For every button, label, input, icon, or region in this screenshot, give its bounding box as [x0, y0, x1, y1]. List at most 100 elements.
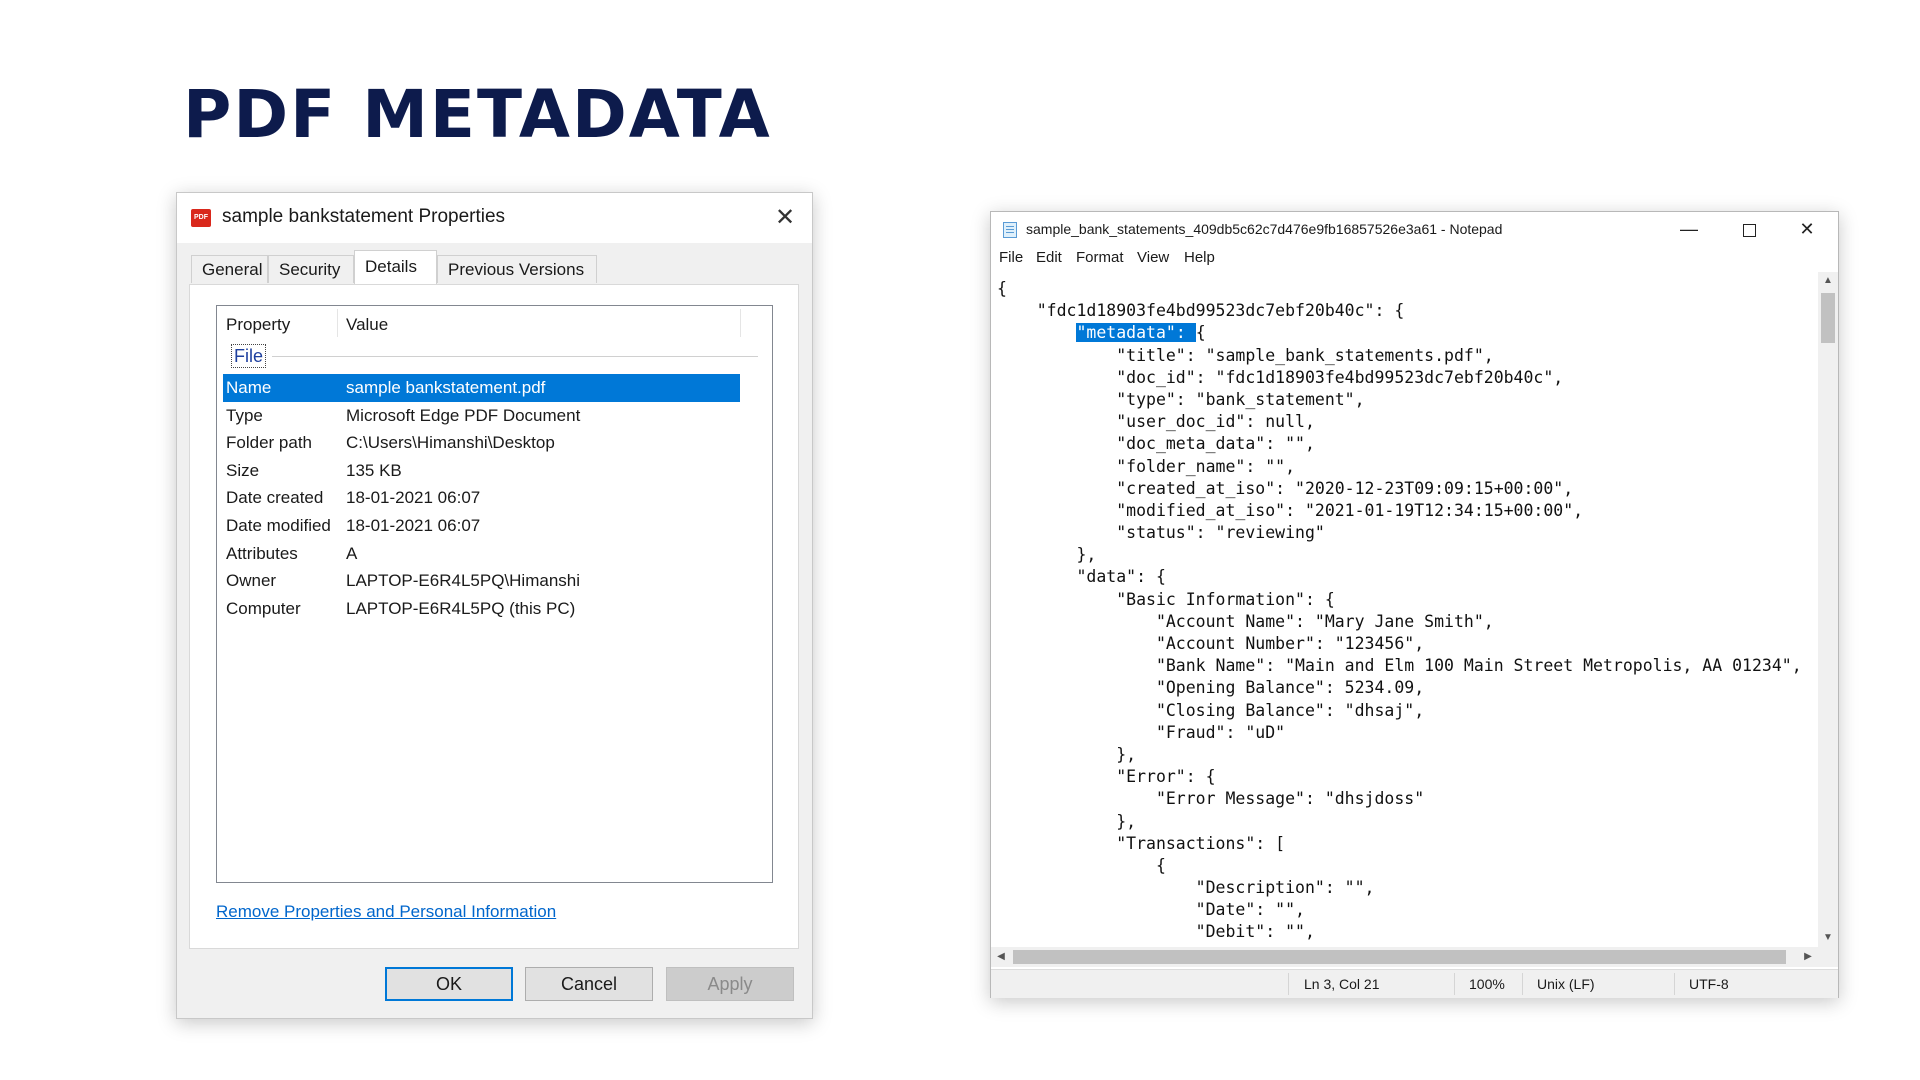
- ok-button[interactable]: OK: [385, 967, 513, 1001]
- vertical-scroll-thumb[interactable]: [1821, 293, 1835, 343]
- tab-security[interactable]: Security: [268, 255, 354, 283]
- text-editor[interactable]: { "fdc1d18903fe4bd99523dc7ebf20b40c": { …: [991, 272, 1818, 947]
- code-line: "type": "bank_statement",: [997, 389, 1365, 409]
- code-line: "doc_id": "fdc1d18903fe4bd99523dc7ebf20b…: [997, 367, 1564, 387]
- dialog-title: sample bankstatement Properties: [222, 206, 506, 227]
- code-line: {: [997, 279, 1007, 298]
- tab-general[interactable]: General: [191, 255, 268, 283]
- close-icon[interactable]: ✕: [1778, 212, 1836, 246]
- property-value: LAPTOP-E6R4L5PQ\Himanshi: [346, 571, 581, 591]
- code-line: "Fraud": "uD": [997, 722, 1286, 742]
- vertical-scrollbar[interactable]: ▲ ▼: [1818, 272, 1838, 947]
- property-value: 135 KB: [346, 460, 402, 480]
- property-key: Attributes: [226, 543, 298, 563]
- encoding: UTF-8: [1689, 976, 1729, 992]
- table-row[interactable]: Size 135 KB: [223, 457, 740, 485]
- table-row[interactable]: Date created 18-01-2021 06:07: [223, 484, 740, 512]
- line-endings: Unix (LF): [1537, 976, 1595, 992]
- status-divider: [1454, 973, 1455, 995]
- cursor-position: Ln 3, Col 21: [1304, 976, 1380, 992]
- menu-bar: File Edit Format View Help: [991, 249, 1838, 271]
- scroll-up-icon[interactable]: ▲: [1818, 272, 1838, 290]
- property-key: Computer: [226, 598, 301, 618]
- status-divider: [1674, 973, 1675, 995]
- property-value: Microsoft Edge PDF Document: [346, 405, 581, 425]
- code-line: "Error Message": "dhsjdoss": [997, 789, 1425, 809]
- scroll-right-icon[interactable]: ▶: [1798, 947, 1818, 967]
- dialog-titlebar[interactable]: PDF sample bankstatement Properties ✕: [177, 193, 812, 243]
- table-row[interactable]: Attributes A: [223, 540, 740, 568]
- code-line: "doc_meta_data": "",: [997, 434, 1315, 454]
- code-line: "Account Name": "Mary Jane Smith",: [997, 611, 1494, 631]
- cancel-button[interactable]: Cancel: [525, 967, 653, 1001]
- table-row[interactable]: Name sample bankstatement.pdf: [223, 374, 740, 402]
- table-row[interactable]: Date modified 18-01-2021 06:07: [223, 512, 740, 540]
- property-key: Size: [226, 460, 260, 480]
- properties-list[interactable]: Property Value File Name sample bankstat…: [216, 305, 773, 883]
- notepad-icon: [1003, 222, 1017, 238]
- menu-help[interactable]: Help: [1184, 249, 1215, 266]
- code-line: "Bank Name": "Main and Elm 100 Main Stre…: [997, 656, 1802, 676]
- horizontal-scrollbar[interactable]: ◀ ▶: [991, 947, 1818, 967]
- code-line: "data": {: [997, 567, 1166, 587]
- table-row[interactable]: Computer LAPTOP-E6R4L5PQ (this PC): [223, 595, 740, 623]
- table-row[interactable]: Type Microsoft Edge PDF Document: [223, 402, 740, 430]
- group-divider: [272, 356, 758, 357]
- code-line: "Date": "",: [997, 900, 1305, 920]
- scroll-down-icon[interactable]: ▼: [1818, 929, 1838, 947]
- menu-edit[interactable]: Edit: [1036, 249, 1062, 266]
- column-divider[interactable]: [740, 309, 741, 337]
- code-line: "created_at_iso": "2020-12-23T09:09:15+0…: [997, 478, 1574, 498]
- code-line: "Error": {: [997, 767, 1216, 787]
- property-value: 18-01-2021 06:07: [346, 488, 481, 508]
- column-header-property[interactable]: Property: [226, 315, 290, 335]
- slide-title: PDF METADATA: [183, 76, 772, 153]
- table-row[interactable]: Folder path C:\Users\Himanshi\Desktop: [223, 429, 740, 457]
- property-key: Owner: [226, 571, 277, 591]
- details-panel: Property Value File Name sample bankstat…: [189, 284, 799, 949]
- property-key: Type: [226, 405, 263, 425]
- menu-view[interactable]: View: [1137, 249, 1169, 266]
- notepad-window: sample_bank_statements_409db5c62c7d476e9…: [990, 211, 1839, 998]
- property-key: Date modified: [226, 515, 331, 535]
- code-line: "Opening Balance": 5234.09,: [997, 678, 1425, 698]
- status-bar: Ln 3, Col 21 100% Unix (LF) UTF-8: [991, 969, 1838, 998]
- horizontal-scroll-thumb[interactable]: [1013, 950, 1786, 964]
- pdf-file-icon: PDF: [191, 209, 211, 227]
- remove-properties-link[interactable]: Remove Properties and Personal Informati…: [216, 902, 556, 922]
- notepad-title: sample_bank_statements_409db5c62c7d476e9…: [1026, 221, 1503, 237]
- code-line: "Debit": "",: [997, 922, 1315, 942]
- code-line: "Closing Balance": "dhsaj",: [997, 700, 1425, 720]
- tab-previous-versions[interactable]: Previous Versions: [437, 255, 597, 283]
- scroll-left-icon[interactable]: ◀: [991, 947, 1011, 967]
- zoom-level: 100%: [1469, 976, 1505, 992]
- code-line: {: [997, 855, 1166, 875]
- notepad-titlebar[interactable]: sample_bank_statements_409db5c62c7d476e9…: [991, 212, 1838, 246]
- close-icon[interactable]: ✕: [768, 201, 802, 235]
- column-header-value[interactable]: Value: [346, 315, 388, 335]
- code-line: "metadata": {: [1076, 323, 1206, 343]
- apply-button[interactable]: Apply: [666, 967, 794, 1001]
- menu-file[interactable]: File: [999, 249, 1023, 266]
- menu-format[interactable]: Format: [1076, 249, 1124, 266]
- group-header-file[interactable]: File: [217, 344, 772, 368]
- minimize-icon[interactable]: —: [1660, 212, 1718, 246]
- code-line: "Description": "",: [997, 878, 1375, 898]
- code-line: "fdc1d18903fe4bd99523dc7ebf20b40c": {: [997, 301, 1405, 321]
- code-line: },: [997, 744, 1137, 764]
- maximize-icon[interactable]: [1720, 212, 1778, 246]
- code-line: "folder_name": "",: [997, 456, 1296, 476]
- column-divider[interactable]: [337, 309, 338, 337]
- code-line: "Transactions": [: [997, 833, 1286, 853]
- table-row[interactable]: Owner LAPTOP-E6R4L5PQ\Himanshi: [223, 567, 740, 595]
- properties-dialog: PDF sample bankstatement Properties ✕ Ge…: [176, 192, 813, 1019]
- group-label: File: [231, 344, 267, 368]
- editor-content: { "fdc1d18903fe4bd99523dc7ebf20b40c": { …: [997, 278, 1802, 944]
- property-value: sample bankstatement.pdf: [346, 378, 546, 397]
- code-line: "Account Number": "123456",: [997, 634, 1425, 653]
- tab-details[interactable]: Details: [354, 250, 437, 284]
- code-line: "user_doc_id": null,: [997, 412, 1315, 432]
- selected-text: "metadata":: [1076, 323, 1196, 343]
- code-line: "status": "reviewing": [997, 523, 1325, 543]
- scrollbar-corner: [1818, 947, 1838, 967]
